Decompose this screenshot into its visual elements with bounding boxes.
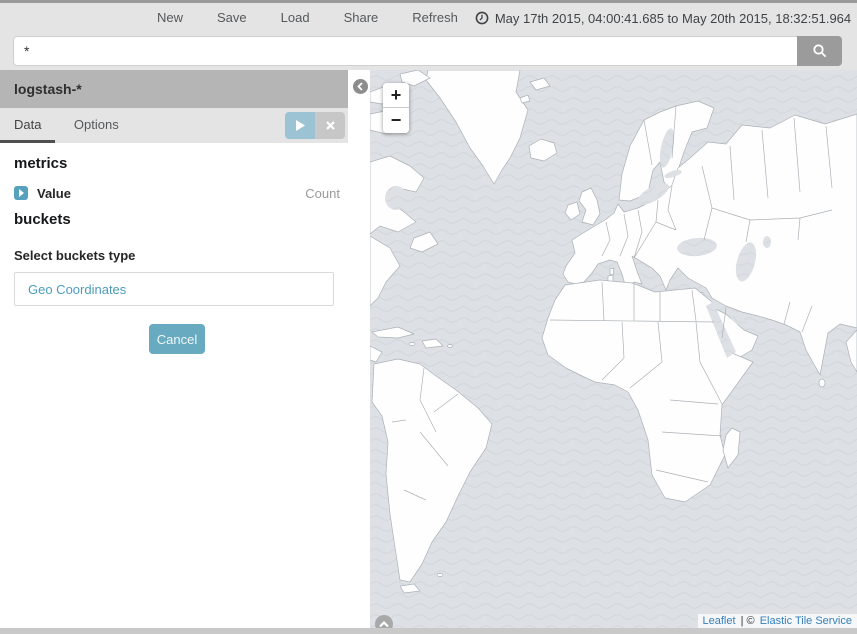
- sidebar-tabs: Data Options: [0, 108, 348, 143]
- spy-panel-toggle[interactable]: [375, 615, 393, 628]
- clock-icon: [475, 11, 489, 25]
- sidebar-content: metrics Value Count buckets Select bucke…: [0, 143, 348, 362]
- leaflet-link[interactable]: Leaflet: [703, 615, 736, 627]
- search-input[interactable]: [13, 36, 797, 66]
- metrics-heading: metrics: [14, 155, 340, 172]
- map-zoom-control: + −: [383, 83, 409, 133]
- search-bar: [0, 33, 857, 70]
- buckets-heading: buckets: [14, 211, 340, 228]
- nav-new[interactable]: New: [140, 3, 200, 33]
- chevron-up-icon: [378, 620, 390, 628]
- select-buckets-type-label: Select buckets type: [14, 248, 340, 263]
- index-pattern-header: logstash-*: [0, 70, 348, 108]
- nav-items: New Save Load Share Refresh: [140, 3, 475, 33]
- elastic-tile-service-link[interactable]: Elastic Tile Service: [760, 615, 852, 627]
- apply-button-group: [285, 112, 345, 139]
- kibana-visualize-app: New Save Load Share Refresh May 17th 201…: [0, 0, 857, 634]
- search-icon: [812, 43, 828, 59]
- play-icon: [296, 120, 305, 131]
- apply-changes-button[interactable]: [285, 112, 315, 139]
- close-icon: [326, 121, 335, 130]
- tile-map-canvas[interactable]: + − Leaflet | © Elastic Tile Service: [370, 70, 857, 628]
- nav-save[interactable]: Save: [200, 3, 264, 33]
- search-button[interactable]: [797, 36, 842, 66]
- time-picker[interactable]: May 17th 2015, 04:00:41.685 to May 20th …: [475, 11, 851, 26]
- nav-load[interactable]: Load: [264, 3, 327, 33]
- nav-refresh[interactable]: Refresh: [395, 3, 475, 33]
- top-navbar: New Save Load Share Refresh May 17th 201…: [0, 3, 857, 33]
- zoom-out-button[interactable]: −: [383, 108, 409, 133]
- zoom-in-button[interactable]: +: [383, 83, 409, 108]
- vis-editor-sidebar: logstash-* Data Options: [0, 70, 370, 628]
- sidebar-collapse-toggle[interactable]: [353, 79, 368, 94]
- world-map-tiles: [370, 70, 857, 628]
- cancel-button[interactable]: Cancel: [149, 324, 205, 354]
- metric-agg-type: Count: [305, 186, 340, 201]
- discard-changes-button[interactable]: [315, 112, 345, 139]
- chevron-right-icon: [19, 189, 24, 197]
- metric-label: Value: [37, 186, 71, 201]
- bucket-option-geo-coordinates[interactable]: Geo Coordinates: [15, 282, 126, 297]
- time-range-label: May 17th 2015, 04:00:41.685 to May 20th …: [495, 11, 851, 26]
- tab-data[interactable]: Data: [0, 108, 55, 143]
- tab-options[interactable]: Options: [60, 108, 133, 143]
- metric-expand-toggle[interactable]: [14, 186, 28, 200]
- nav-share[interactable]: Share: [327, 3, 396, 33]
- bottom-border: [0, 628, 857, 634]
- buckets-type-listbox[interactable]: Geo Coordinates: [14, 272, 334, 306]
- chevron-left-icon: [356, 82, 365, 91]
- map-attribution: Leaflet | © Elastic Tile Service: [698, 614, 857, 628]
- attribution-separator: | ©: [739, 615, 757, 627]
- metric-row-value: Value Count: [14, 181, 340, 205]
